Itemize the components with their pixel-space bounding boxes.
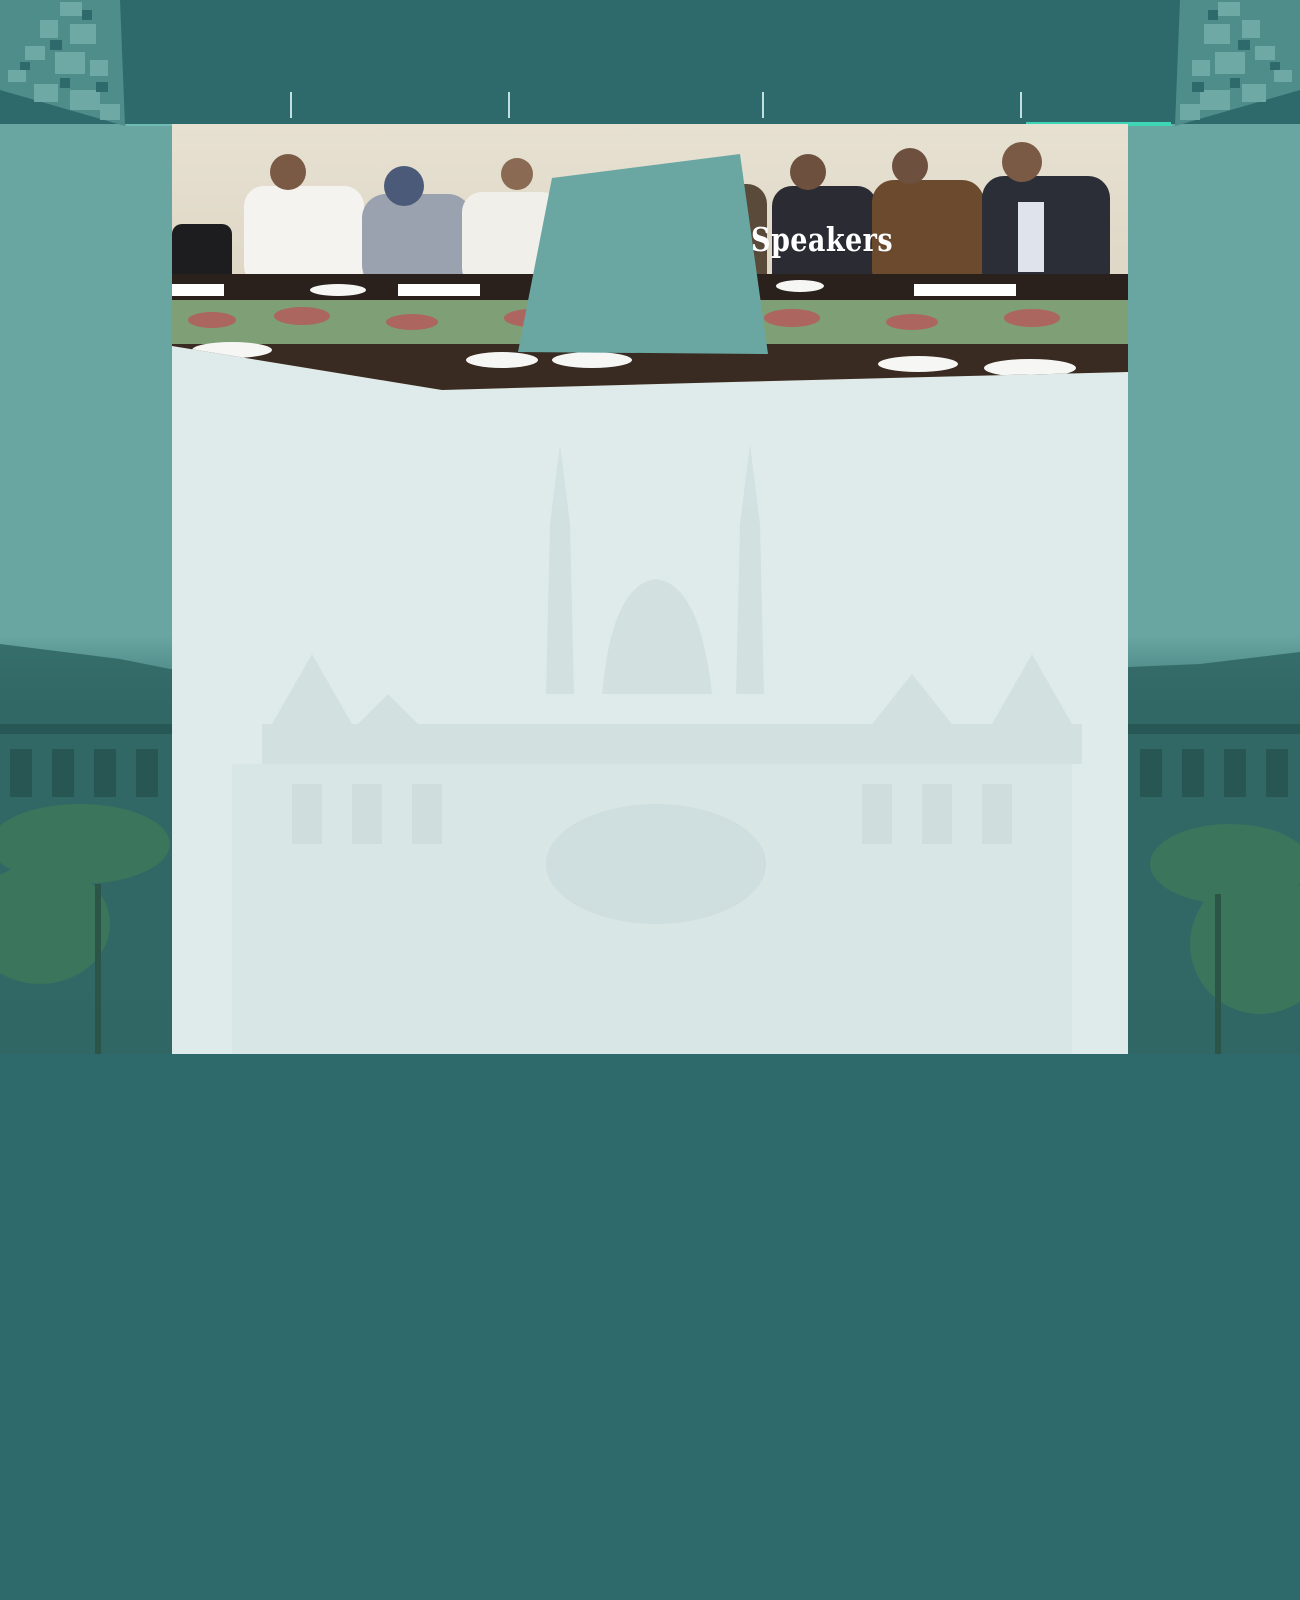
nav-separator	[1020, 92, 1022, 118]
corner-pixel-ornament-left	[0, 0, 125, 126]
page-title: Speakers	[751, 220, 893, 259]
nav-item-1[interactable]	[126, 90, 290, 118]
corner-pixel-ornament-right	[1175, 0, 1300, 126]
heading-badge-shape	[518, 154, 768, 354]
main-nav	[126, 84, 1172, 126]
hero-photo-meeting	[172, 124, 1128, 390]
content-panel: Speakers	[172, 124, 1128, 1054]
nav-item-4[interactable]	[764, 90, 1020, 118]
nav-item-3[interactable]	[510, 90, 762, 118]
mosque-watermark	[232, 444, 1082, 1054]
nav-item-5-active[interactable]	[1026, 90, 1171, 118]
hero-banner: Speakers	[172, 124, 1128, 396]
nav-item-2[interactable]	[292, 90, 508, 118]
